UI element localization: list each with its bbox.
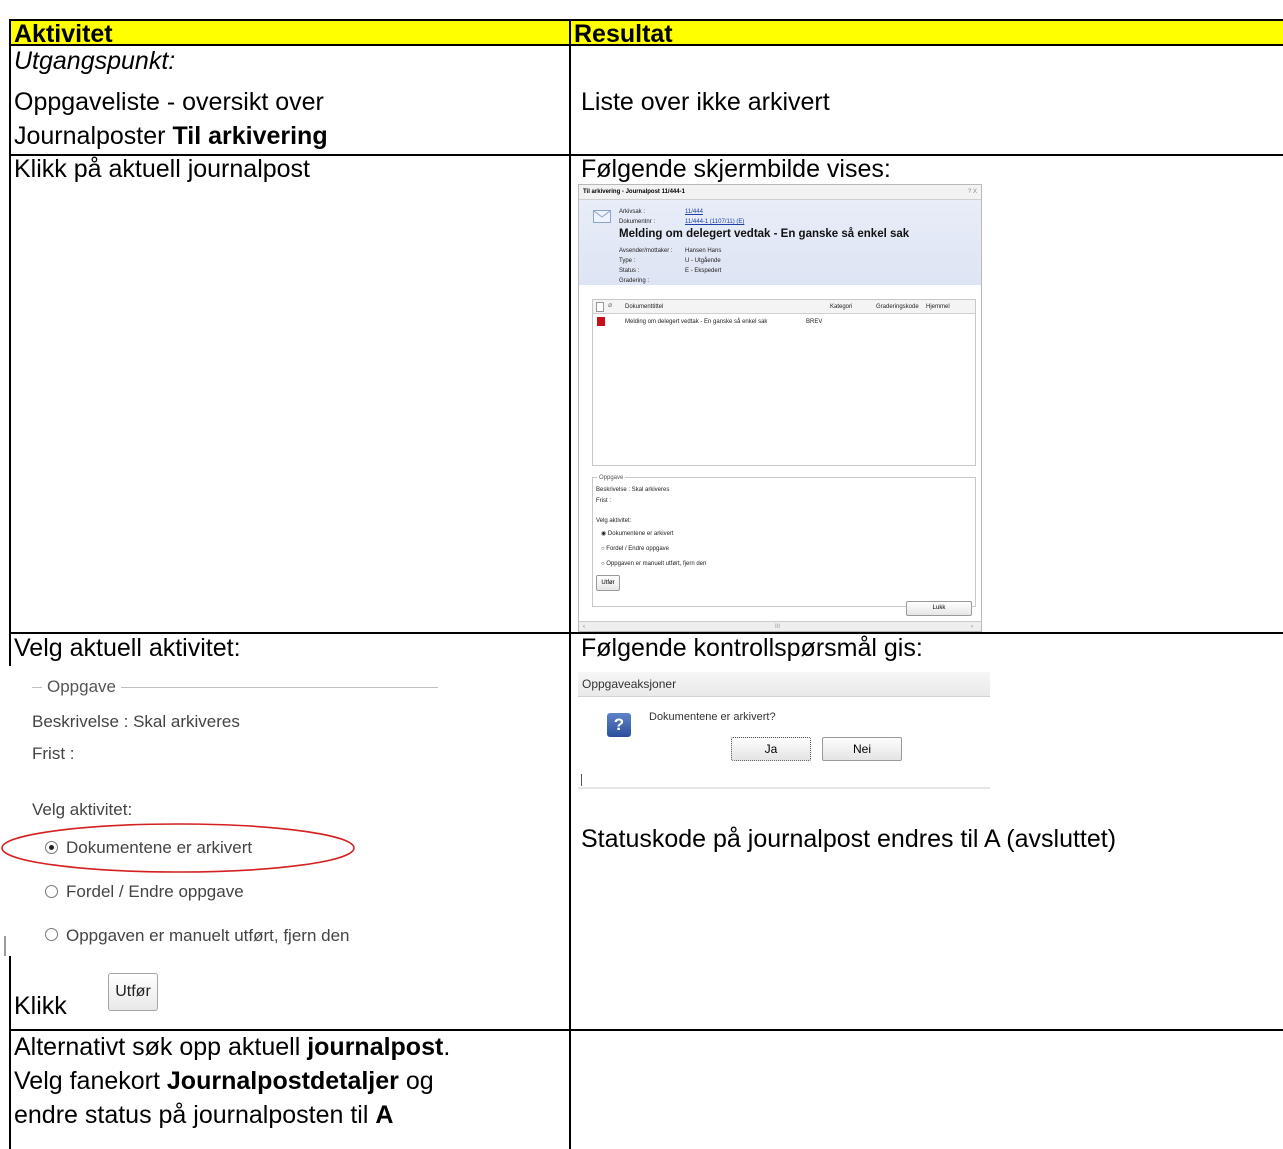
- header-aktivitet: Aktivitet: [14, 20, 113, 48]
- journalpost-dialog-screenshot: Til arkivering - Journalpost 11/444-1 ? …: [578, 184, 982, 632]
- opt3-small[interactable]: ○ Oppgaven er manuelt utført, fjern den: [601, 560, 706, 568]
- envelope-icon: [593, 210, 611, 223]
- pdf-icon: [597, 317, 605, 326]
- opt3-label[interactable]: Oppgaven er manuelt utført, fjern den: [66, 926, 350, 946]
- utfor-button[interactable]: Utfør: [108, 973, 158, 1011]
- document-icon: [596, 302, 604, 312]
- radio-fordel-endre[interactable]: [45, 885, 58, 898]
- velg-aktivitet-label: Velg aktivitet:: [32, 800, 133, 819]
- document-table: Aktivitet Resultat Utgangspunkt: Oppgave…: [0, 0, 1283, 1149]
- scroll-right-icon[interactable]: ›: [971, 623, 973, 631]
- confirm-dialog-screenshot: Oppgaveaksjoner ? Dokumentene er arkiver…: [578, 672, 990, 789]
- row1-result: Liste over ikke arkivert: [581, 88, 830, 116]
- opt2-label[interactable]: Fordel / Endre oppgave: [66, 882, 244, 902]
- header-right-bg: [571, 21, 1283, 44]
- row4-line3: endre status på journalposten til A: [14, 1101, 394, 1129]
- beskrivelse-text: Beskrivelse : Skal arkiveres: [32, 712, 240, 731]
- oppgave-box: Oppgave Beskrivelse : Skal arkiveres Fri…: [592, 474, 976, 607]
- dialog-help-close-icon[interactable]: ? X: [968, 185, 977, 199]
- utfor-button-small[interactable]: Utfør: [596, 575, 620, 591]
- row1-oppgaveliste: Oppgaveliste - oversikt over: [14, 88, 324, 116]
- row3-activity: Velg aktuell aktivitet:: [14, 634, 241, 662]
- arkivsak-link[interactable]: 11/444: [685, 208, 703, 216]
- oppgave-panel: Oppgave Beskrivelse : Skal arkiveres Fri…: [1, 666, 438, 956]
- dialog-heading: Melding om delegert vedtak - En ganske s…: [619, 228, 910, 240]
- horizontal-scrollbar[interactable]: ‹ III ›: [579, 621, 981, 631]
- dialog-titlebar: Til arkivering - Journalpost 11/444-1 ? …: [579, 185, 981, 200]
- dokumentnr-link[interactable]: 11/444-1 (1107/11) (E): [685, 218, 744, 226]
- row4-line2: Velg fanekort Journalpostdetaljer og: [14, 1067, 434, 1095]
- row3-klikk: Klikk: [14, 992, 67, 1020]
- confirm-titlebar: Oppgaveaksjoner: [578, 672, 990, 697]
- question-icon: ?: [607, 713, 631, 737]
- nei-button[interactable]: Nei: [822, 737, 902, 761]
- lukk-button[interactable]: Lukk: [906, 601, 972, 616]
- document-row-title[interactable]: Melding om delegert vedtak - En ganske s…: [625, 318, 767, 326]
- document-grid: ⌀ Dokumenttittel Kategori Graderingskode…: [592, 299, 976, 466]
- row4-line1: Alternativt søk opp aktuell journalpost.: [14, 1033, 451, 1061]
- highlight-ellipse: [1, 823, 355, 873]
- confirm-question: Dokumentene er arkivert?: [649, 711, 776, 723]
- frist-text: Frist :: [32, 744, 75, 763]
- oppgave-legend: Oppgave: [42, 677, 121, 697]
- dialog-header: Arkivsak : 11/444 Dokumentnr : 11/444-1 …: [579, 200, 981, 285]
- row3-status: Statuskode på journalpost endres til A (…: [581, 825, 1117, 853]
- row2-result: Følgende skjermbilde vises:: [581, 155, 891, 183]
- row1-utgangspunkt: Utgangspunkt:: [14, 47, 176, 75]
- opt2-small[interactable]: ○ Fordel / Endre oppgave: [601, 545, 669, 553]
- row3-result: Følgende kontrollspørsmål gis:: [581, 634, 923, 662]
- scroll-left-icon[interactable]: ‹: [583, 623, 585, 631]
- header-resultat: Resultat: [574, 20, 673, 48]
- ja-button[interactable]: Ja: [731, 737, 811, 761]
- row2-activity: Klikk på aktuell journalpost: [14, 155, 310, 183]
- row1-journalposter: Journalposter Til arkivering: [14, 122, 328, 150]
- opt1-small[interactable]: ◉ Dokumentene er arkivert: [601, 530, 674, 538]
- paperclip-icon: ⌀: [608, 302, 613, 309]
- radio-manuelt-utfort[interactable]: [45, 928, 58, 941]
